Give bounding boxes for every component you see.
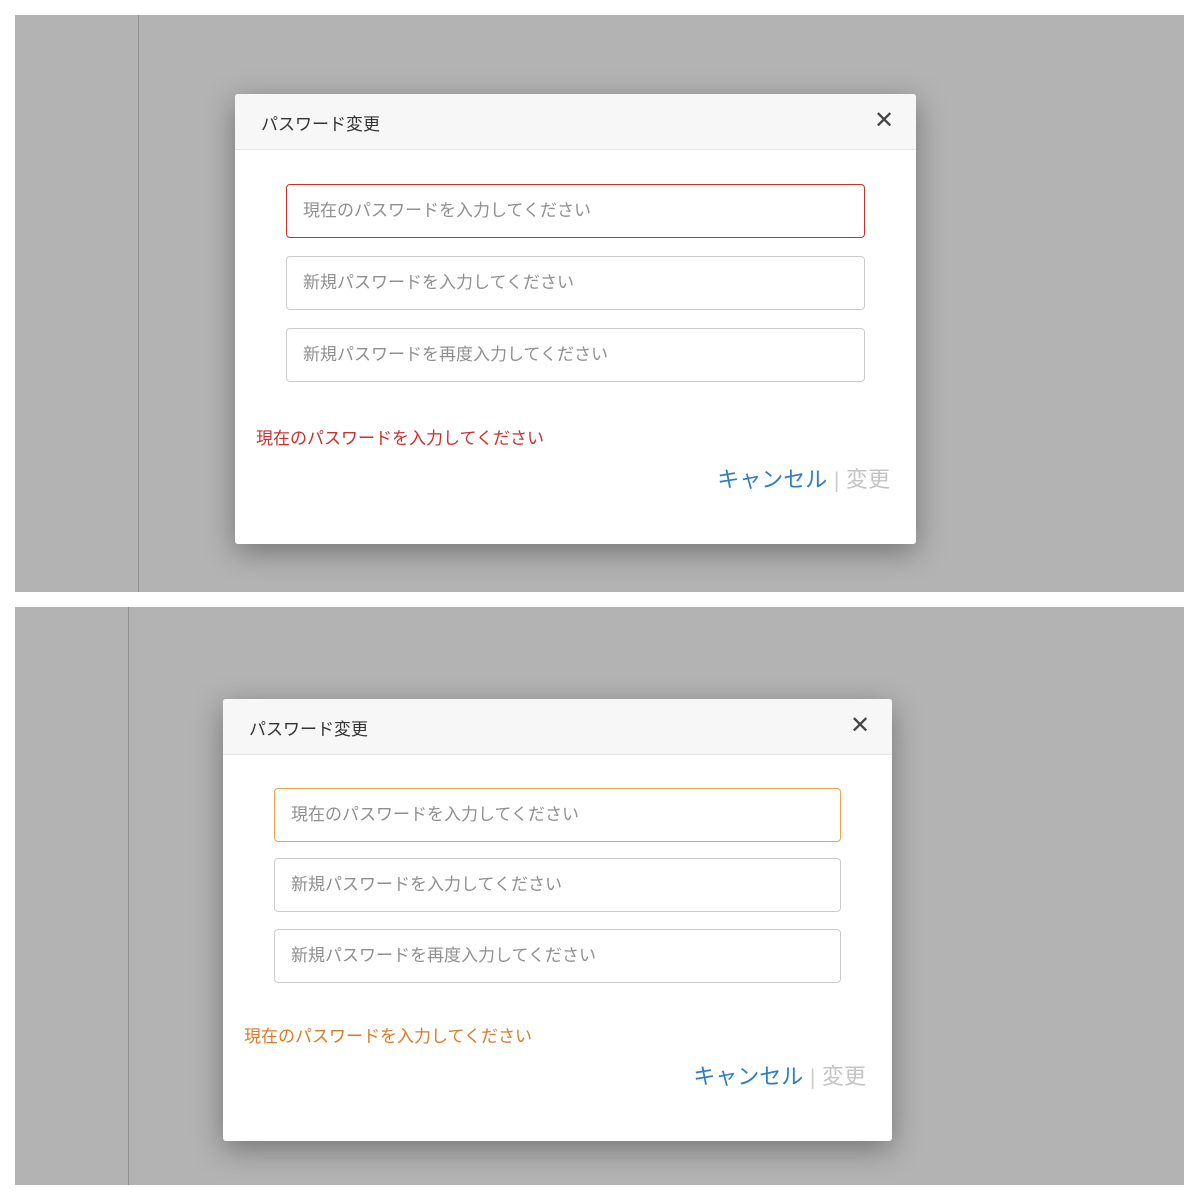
new-password-input[interactable] [275,859,840,911]
current-password-field[interactable] [274,788,841,842]
validation-message: 現在のパスワードを入力してください [244,1027,532,1047]
action-separator: | [809,1065,816,1089]
action-separator: | [833,468,840,492]
current-password-field[interactable] [286,184,865,238]
cancel-button[interactable]: キャンセル [693,1065,803,1090]
confirm-password-field[interactable] [274,929,841,983]
dialog-header: パスワード変更 ✕ [235,94,916,150]
dialog-actions: キャンセル | 変更 [717,462,890,494]
current-password-input[interactable] [275,789,840,841]
confirm-password-field[interactable] [286,328,865,382]
new-password-input[interactable] [287,257,864,309]
dialog-header: パスワード変更 ✕ [223,699,892,755]
confirm-password-input[interactable] [275,930,840,982]
dialog-title: パスワード変更 [261,115,380,135]
screenshot-panel-top: パスワード変更 ✕ 現在のパスワードを入力してください キャンセル | 変更 [15,15,1184,592]
confirm-password-input[interactable] [287,329,864,381]
close-icon[interactable]: ✕ [872,108,896,132]
new-password-field[interactable] [286,256,865,310]
dialog-actions: キャンセル | 変更 [693,1059,866,1091]
validation-message: 現在のパスワードを入力してください [256,429,544,449]
cancel-button[interactable]: キャンセル [717,468,827,493]
password-change-dialog: パスワード変更 ✕ 現在のパスワードを入力してください キャンセル | 変更 [235,94,916,544]
new-password-field[interactable] [274,858,841,912]
background-divider [128,607,129,1185]
current-password-input[interactable] [287,185,864,237]
password-change-dialog: パスワード変更 ✕ 現在のパスワードを入力してください キャンセル | 変更 [223,699,892,1141]
screenshot-panel-bottom: パスワード変更 ✕ 現在のパスワードを入力してください キャンセル | 変更 [15,607,1184,1185]
change-button[interactable]: 変更 [846,468,890,493]
change-button[interactable]: 変更 [822,1065,866,1090]
dialog-title: パスワード変更 [249,720,368,740]
background-divider [138,15,139,592]
close-icon[interactable]: ✕ [848,713,872,737]
